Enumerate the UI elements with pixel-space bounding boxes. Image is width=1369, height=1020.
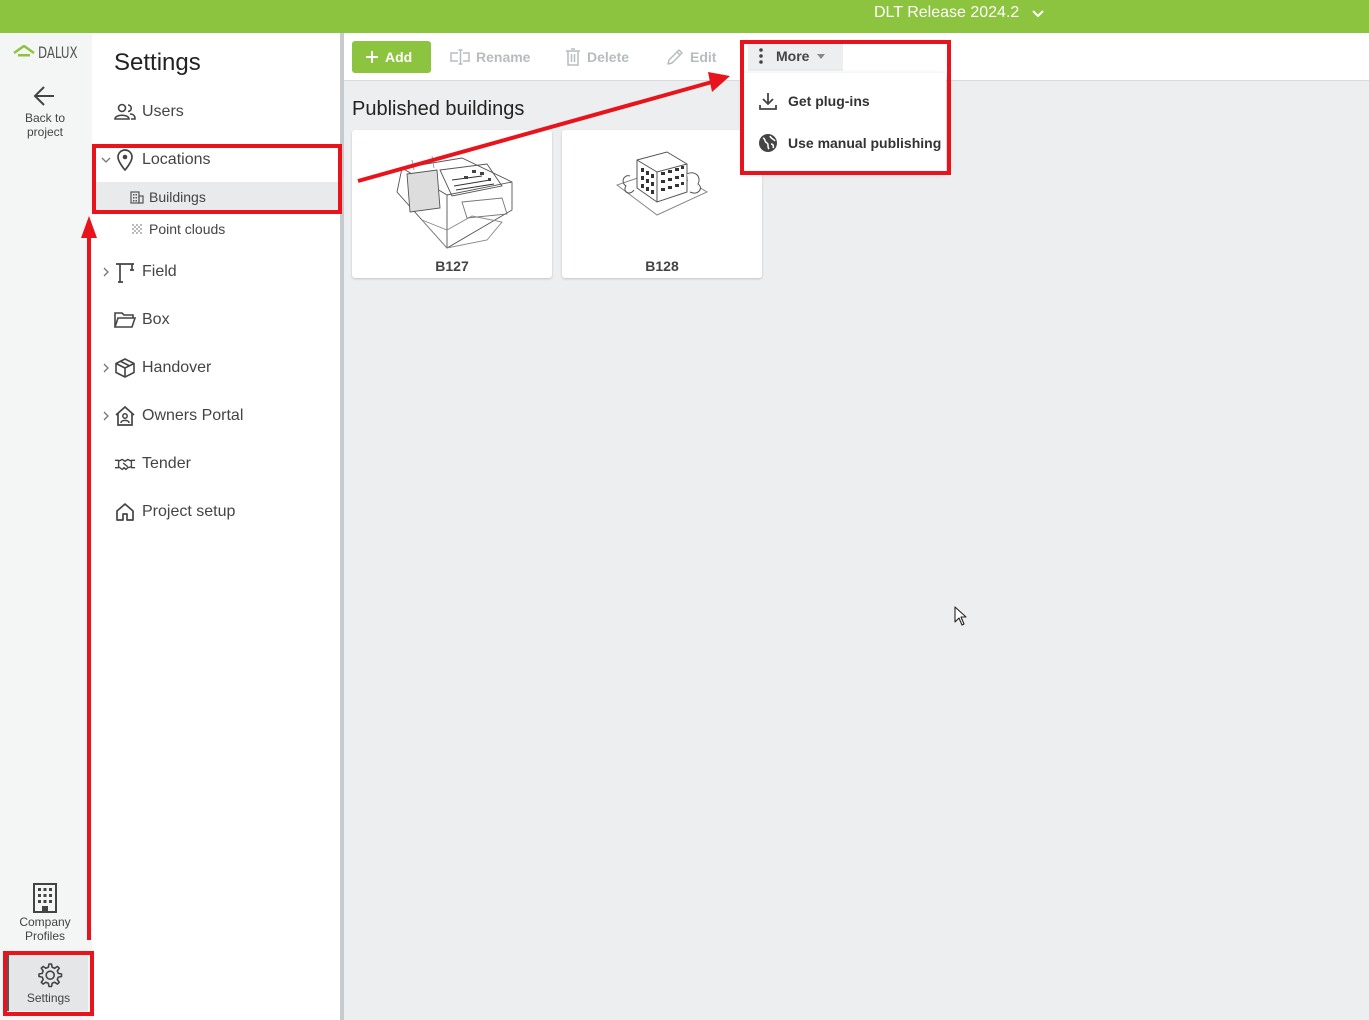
- handshake-icon: [114, 458, 136, 471]
- nav-item-owners-portal[interactable]: Owners Portal: [92, 400, 340, 432]
- trash-icon: [566, 48, 580, 66]
- nav-sub-buildings[interactable]: Buildings: [92, 182, 340, 212]
- add-button[interactable]: Add: [352, 41, 431, 73]
- nav-title: Settings: [114, 49, 201, 76]
- page-title: Published buildings: [352, 98, 525, 120]
- globe-icon: [759, 134, 777, 152]
- nav-label-field: Field: [142, 263, 177, 280]
- menu-item-manual-publishing[interactable]: Use manual publishing: [744, 123, 946, 163]
- more-button[interactable]: More: [748, 41, 843, 71]
- top-bar: DLT Release 2024.2: [0, 0, 1369, 33]
- nav-item-users[interactable]: Users: [92, 96, 340, 128]
- chevron-right-icon: [103, 363, 109, 373]
- mouse-cursor-icon: [954, 606, 967, 626]
- back-label-2: project: [26, 125, 64, 139]
- delete-button[interactable]: Delete: [565, 41, 629, 73]
- pencil-icon: [667, 49, 683, 65]
- menu-label-manual-publishing: Use manual publishing: [788, 135, 942, 151]
- arrow-left-icon: [33, 86, 54, 106]
- building-b127-thumbnail: [396, 155, 513, 249]
- chevron-right-icon: [103, 267, 109, 277]
- company-label-2: Profiles: [24, 929, 65, 943]
- logo-text: DALUX: [38, 43, 78, 62]
- nav-label-project-setup: Project setup: [142, 503, 236, 520]
- dalux-logo[interactable]: DALUX: [13, 43, 86, 62]
- home-icon: [116, 503, 134, 521]
- left-rail: DALUX Back to project Company Profiles S…: [0, 33, 92, 1020]
- nav-item-locations[interactable]: Locations: [92, 144, 340, 176]
- panel-divider[interactable]: [340, 33, 344, 1020]
- menu-label-get-plugins: Get plug-ins: [788, 93, 870, 109]
- more-dropdown-menu: Get plug-ins Use manual publishing: [744, 73, 946, 171]
- nav-label-tender: Tender: [142, 455, 191, 472]
- edit-button[interactable]: Edit: [666, 41, 716, 73]
- nav-label-handover: Handover: [142, 359, 212, 376]
- dalux-house-icon: [13, 44, 35, 56]
- gear-icon: [37, 963, 62, 988]
- nav-label-owners-portal: Owners Portal: [142, 407, 244, 424]
- company-label-1: Company: [19, 915, 71, 929]
- edit-label: Edit: [690, 49, 717, 65]
- folder-icon: [114, 312, 136, 328]
- building-name-b128: B128: [645, 258, 679, 274]
- building-b128-thumbnail: [615, 151, 709, 216]
- back-to-project-button[interactable]: Back to project: [0, 83, 90, 139]
- location-pin-icon: [117, 149, 133, 171]
- plus-icon: [366, 51, 378, 63]
- building-name-b127: B127: [435, 258, 469, 274]
- crane-icon: [116, 263, 134, 283]
- download-icon: [759, 93, 777, 110]
- menu-item-get-plugins[interactable]: Get plug-ins: [744, 81, 946, 121]
- building-icon: [130, 191, 144, 204]
- nav-item-handover[interactable]: Handover: [92, 352, 340, 384]
- more-label: More: [776, 48, 810, 64]
- office-building-icon: [33, 883, 57, 913]
- nav-label-users: Users: [142, 103, 184, 120]
- users-icon: [114, 103, 136, 120]
- nav-item-box[interactable]: Box: [92, 304, 340, 336]
- nav-item-project-setup[interactable]: Project setup: [92, 496, 340, 528]
- rename-button[interactable]: Rename: [450, 41, 530, 73]
- add-label: Add: [385, 49, 413, 65]
- house-user-icon: [115, 405, 135, 426]
- nav-sub-label-point-clouds: Point clouds: [149, 221, 226, 237]
- settings-rail-button[interactable]: Settings: [6, 955, 88, 1011]
- back-label-1: Back to: [24, 111, 66, 125]
- chevron-right-icon: [103, 411, 109, 421]
- project-name: DLT Release 2024.2: [874, 4, 1020, 21]
- company-profiles-button[interactable]: Company Profiles: [0, 883, 90, 943]
- chevron-down-icon: [101, 157, 111, 163]
- building-card-b127[interactable]: B127: [352, 130, 552, 278]
- project-switcher[interactable]: DLT Release 2024.2: [874, 0, 1045, 26]
- caret-down-icon: [817, 53, 826, 59]
- settings-rail-label: Settings: [26, 991, 71, 1005]
- nav-sub-point-clouds[interactable]: Point clouds: [92, 214, 340, 244]
- point-cloud-icon: [132, 224, 142, 234]
- chevron-down-icon: [1032, 10, 1044, 18]
- rename-icon: [450, 49, 470, 65]
- box-3d-icon: [115, 358, 135, 378]
- rename-label: Rename: [476, 49, 531, 65]
- nav-item-tender[interactable]: Tender: [92, 448, 340, 480]
- settings-nav: Settings Users Locations Buildings Point…: [92, 33, 340, 1020]
- kebab-menu-icon: [759, 48, 763, 64]
- nav-sub-label-buildings: Buildings: [149, 189, 206, 205]
- delete-label: Delete: [587, 49, 630, 65]
- building-card-b128[interactable]: B128: [562, 130, 762, 278]
- nav-label-box: Box: [142, 311, 170, 328]
- nav-label-locations: Locations: [142, 151, 211, 168]
- nav-item-field[interactable]: Field: [92, 256, 340, 288]
